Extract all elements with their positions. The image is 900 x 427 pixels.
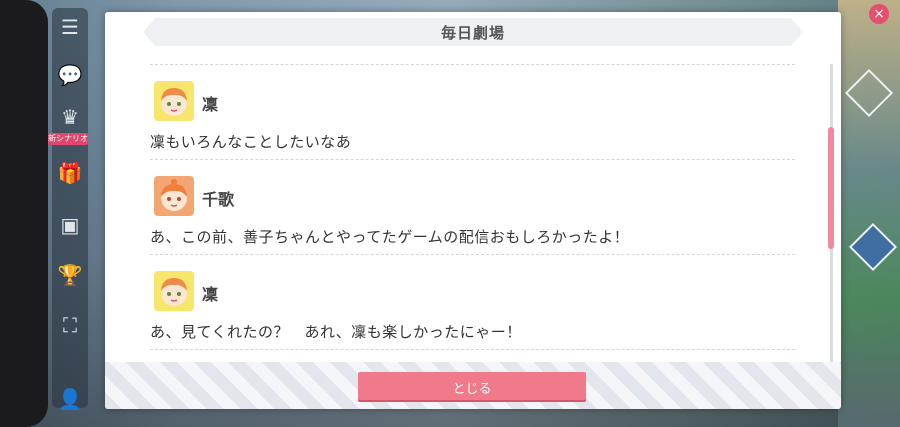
close-icon[interactable]: × [869, 4, 889, 24]
dialogue-text: あ、見てくれたの？ あれ、凜も楽しかったにゃー！ [150, 323, 522, 341]
dialogue-text: 凜もいろんなことしたいなあ [150, 133, 352, 151]
speaker-name: 凜 [202, 95, 219, 114]
chat-icon[interactable]: 💬 [52, 58, 88, 92]
screen-edge [0, 0, 48, 427]
diamond-deco [848, 222, 898, 272]
diamond-deco [844, 68, 894, 118]
profile-icon[interactable]: 👤 [52, 382, 88, 416]
screen-icon[interactable]: ▣ [52, 208, 88, 242]
menu-icon[interactable]: ☰ [52, 10, 88, 44]
avatar [154, 271, 194, 311]
avatar [154, 176, 194, 216]
speaker-name: 凜 [202, 285, 219, 304]
new-badge: 新シナリオ [48, 133, 88, 145]
conversation-entry: 凜 あ、見てくれたの？ あれ、凜も楽しかったにゃー！ [150, 255, 795, 349]
conversation-entry: 千歌 あ、この前、善子ちゃんとやってたゲームの配信おもしろかったよ！ [150, 160, 795, 254]
dialog-title-bar: 毎日劇場 [143, 18, 803, 46]
conversation-entry: 凜 凜もいろんなことしたいなあ [150, 65, 795, 159]
dialog-footer: とじる [105, 362, 841, 409]
dialogue-text: あ、この前、善子ちゃんとやってたゲームの配信おもしろかったよ！ [150, 228, 630, 246]
fullscreen-icon[interactable]: ⛶ [52, 308, 88, 342]
scrollbar-thumb[interactable] [828, 127, 834, 249]
divider [150, 349, 795, 350]
trophy-icon[interactable]: 🏆 [52, 258, 88, 292]
character-face-icon [161, 88, 187, 116]
character-face-icon [161, 278, 187, 306]
crown-icon[interactable]: ♛ [52, 100, 88, 134]
gift-icon[interactable]: 🎁 [52, 156, 88, 190]
avatar [154, 81, 194, 121]
character-face-icon [161, 179, 187, 211]
speaker-name: 千歌 [202, 190, 235, 209]
conversation-feed[interactable]: 凜 凜もいろんなことしたいなあ 千歌 あ、この前、善子ちゃんとやってたゲームの配… [150, 64, 795, 369]
daily-theater-dialog: 毎日劇場 凜 凜もいろんなことしたいなあ 千歌 あ、この前、善子ちゃんとやってた… [105, 12, 841, 409]
close-button[interactable]: とじる [358, 372, 586, 402]
dialog-title: 毎日劇場 [440, 23, 505, 42]
background-scenery-right [838, 0, 900, 427]
